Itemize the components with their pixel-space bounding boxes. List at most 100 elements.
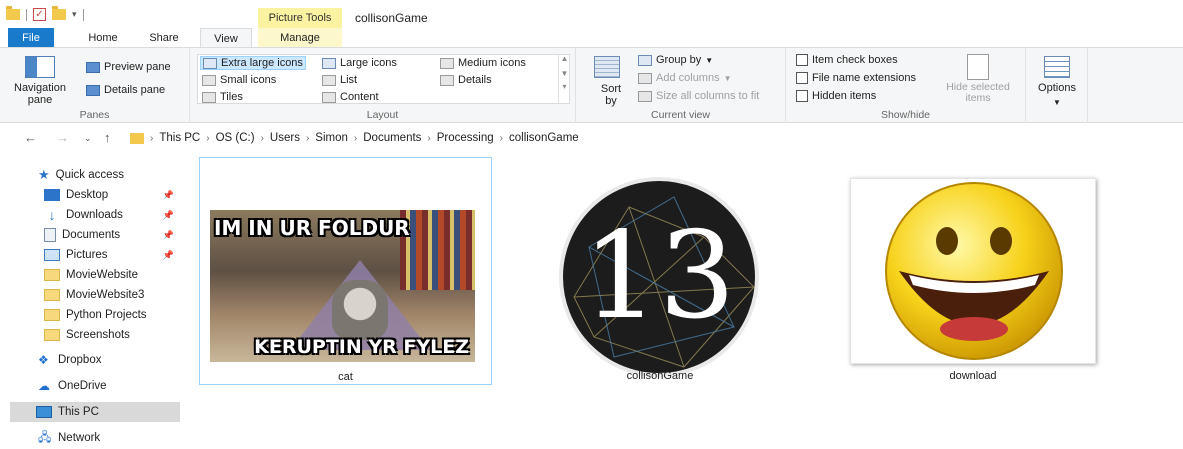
breadcrumb-documents[interactable]: Documents xyxy=(363,132,421,144)
chevron-right-icon[interactable]: › xyxy=(354,133,357,144)
group-by-chevron-icon: ▼ xyxy=(705,55,714,65)
chevron-right-icon[interactable]: › xyxy=(427,133,430,144)
file-tile-cat[interactable]: IM IN UR FOLDUR KERUPTIN YR FYLEZ cat xyxy=(199,157,492,385)
breadcrumb-processing[interactable]: Processing xyxy=(437,132,494,144)
layout-medium-icons[interactable]: Medium icons xyxy=(440,57,526,69)
breadcrumb-simon[interactable]: Simon xyxy=(315,132,348,144)
breadcrumb-collisongame[interactable]: collisonGame xyxy=(509,132,579,144)
nav-item-pictures[interactable]: Pictures 📌 xyxy=(44,245,180,265)
details-pane-button[interactable]: Details pane xyxy=(86,84,165,96)
tab-home[interactable]: Home xyxy=(74,28,132,48)
chevron-right-icon[interactable]: › xyxy=(306,133,309,144)
tab-view[interactable]: View xyxy=(200,28,252,48)
navigation-pane-label-wrap[interactable]: Navigation pane xyxy=(0,82,80,106)
scroll-up-icon[interactable]: ▲ xyxy=(559,54,570,63)
layout-tiles-label: Tiles xyxy=(220,91,243,103)
properties-check-icon[interactable]: ✓ xyxy=(33,8,46,21)
nav-dropbox[interactable]: ❖ Dropbox xyxy=(38,350,180,370)
chevron-right-icon[interactable]: › xyxy=(150,133,153,144)
chevron-right-icon[interactable]: › xyxy=(261,133,264,144)
pin-icon[interactable]: 📌 xyxy=(163,210,174,221)
size-all-columns-button[interactable]: Size all columns to fit xyxy=(638,90,759,102)
item-check-boxes-label: Item check boxes xyxy=(812,54,898,66)
nav-this-pc[interactable]: This PC xyxy=(10,402,180,422)
preview-pane-button[interactable]: Preview pane xyxy=(86,61,171,73)
chevron-right-icon[interactable]: › xyxy=(500,133,503,144)
tab-file[interactable]: File xyxy=(8,28,54,48)
network-icon: 🖧 xyxy=(38,429,52,444)
file-view: IM IN UR FOLDUR KERUPTIN YR FYLEZ cat 13… xyxy=(190,152,1183,443)
layout-small-icons[interactable]: Small icons xyxy=(202,74,276,86)
hidden-items-checkbox[interactable] xyxy=(796,90,808,102)
navigation-pane-button[interactable] xyxy=(20,56,60,78)
new-folder-icon[interactable] xyxy=(52,6,66,20)
back-arrow-icon[interactable]: ← xyxy=(24,130,37,145)
breadcrumb-users[interactable]: Users xyxy=(270,132,300,144)
nav-dropbox-label: Dropbox xyxy=(58,354,102,366)
forward-arrow-icon[interactable]: → xyxy=(56,130,69,145)
hidden-items-toggle[interactable]: Hidden items xyxy=(796,90,876,102)
nav-item-documents[interactable]: Documents 📌 xyxy=(44,225,180,245)
nav-network[interactable]: 🖧 Network xyxy=(38,428,180,448)
picture-tools-context-label: Picture Tools xyxy=(258,8,342,28)
group-by-icon xyxy=(638,54,652,66)
title-bar: ✓ ▾ Picture Tools collisonGame xyxy=(0,0,1183,28)
layout-small-icons-label: Small icons xyxy=(220,74,277,86)
layout-tiles[interactable]: Tiles xyxy=(202,91,243,103)
navigation-pane: ★ Quick access Desktop 📌 ↓ Downloads 📌 D… xyxy=(0,152,190,444)
layout-large-icons[interactable]: Large icons xyxy=(322,57,397,69)
breadcrumb-os-c[interactable]: OS (C:) xyxy=(216,132,255,144)
nav-item-moviewebsite[interactable]: MovieWebsite xyxy=(44,265,180,285)
sort-by-label: Sort by xyxy=(600,83,622,107)
file-name-extensions-checkbox[interactable] xyxy=(796,72,808,84)
nav-onedrive[interactable]: ☁ OneDrive xyxy=(38,376,180,396)
nav-item-desktop[interactable]: Desktop 📌 xyxy=(44,185,180,205)
file-tile-download[interactable] xyxy=(850,178,1096,364)
pictures-icon xyxy=(44,249,60,261)
list-icon xyxy=(322,74,336,86)
sort-by-label-wrap[interactable]: Sort by xyxy=(598,83,624,107)
recent-locations-chevron-icon[interactable]: ⌄ xyxy=(84,133,92,144)
quick-access-toolbar: ✓ ▾ xyxy=(6,6,84,21)
expand-gallery-icon[interactable]: ▾ xyxy=(559,82,570,91)
options-button[interactable]: Options ▼ xyxy=(1032,56,1082,107)
nav-item-label: Screenshots xyxy=(66,329,130,341)
layout-gallery: Extra large icons Large icons Medium ico… xyxy=(197,54,570,104)
details-pane-label: Details pane xyxy=(104,84,166,96)
tab-manage[interactable]: Manage xyxy=(258,28,342,48)
pin-icon[interactable]: 📌 xyxy=(163,230,174,241)
size-columns-icon xyxy=(638,90,652,102)
layout-large-icons-label: Large icons xyxy=(340,57,397,69)
layout-content[interactable]: Content xyxy=(322,91,379,103)
layout-list[interactable]: List xyxy=(322,74,357,86)
nav-item-python-projects[interactable]: Python Projects xyxy=(44,305,180,325)
item-check-boxes-checkbox[interactable] xyxy=(796,54,808,66)
pin-icon[interactable]: 📌 xyxy=(163,190,174,201)
customize-toolbar-chevron-icon[interactable]: ▾ xyxy=(72,9,77,20)
nav-item-label: Documents xyxy=(62,229,121,241)
ribbon-tabs: File Home Share View Manage xyxy=(0,28,1183,48)
file-tile-collisongame[interactable]: 13 collisonGame xyxy=(520,157,800,385)
nav-item-moviewebsite3[interactable]: MovieWebsite3 xyxy=(44,285,180,305)
add-columns-button[interactable]: Add columns ▼ xyxy=(638,72,732,84)
layout-extra-large-icons[interactable]: Extra large icons xyxy=(200,56,306,70)
breadcrumb[interactable]: › This PC › OS (C:) › Users › Simon › Do… xyxy=(130,128,1183,148)
file-name-extensions-toggle[interactable]: File name extensions xyxy=(796,72,916,84)
nav-item-downloads[interactable]: ↓ Downloads 📌 xyxy=(44,205,180,225)
hide-selected-items-button[interactable]: Hide selected items xyxy=(938,54,1018,104)
layout-details[interactable]: Details xyxy=(440,74,492,86)
item-check-boxes-toggle[interactable]: Item check boxes xyxy=(796,54,898,66)
nav-item-label: Desktop xyxy=(66,189,109,201)
group-by-button[interactable]: Group by ▼ xyxy=(638,54,713,66)
layout-gallery-scroll[interactable]: ▲ ▼ ▾ xyxy=(558,54,570,104)
chevron-right-icon[interactable]: › xyxy=(206,133,209,144)
nav-item-screenshots[interactable]: Screenshots xyxy=(44,325,180,345)
scroll-down-icon[interactable]: ▼ xyxy=(559,69,570,78)
file-name: download xyxy=(949,370,997,382)
breadcrumb-this-pc[interactable]: This PC xyxy=(159,132,200,144)
sort-by-button[interactable] xyxy=(594,56,620,78)
pin-icon[interactable]: 📌 xyxy=(163,250,174,261)
tab-share[interactable]: Share xyxy=(138,28,190,48)
up-arrow-icon[interactable]: ↑ xyxy=(104,130,111,145)
nav-quick-access[interactable]: ★ Quick access xyxy=(38,165,180,185)
